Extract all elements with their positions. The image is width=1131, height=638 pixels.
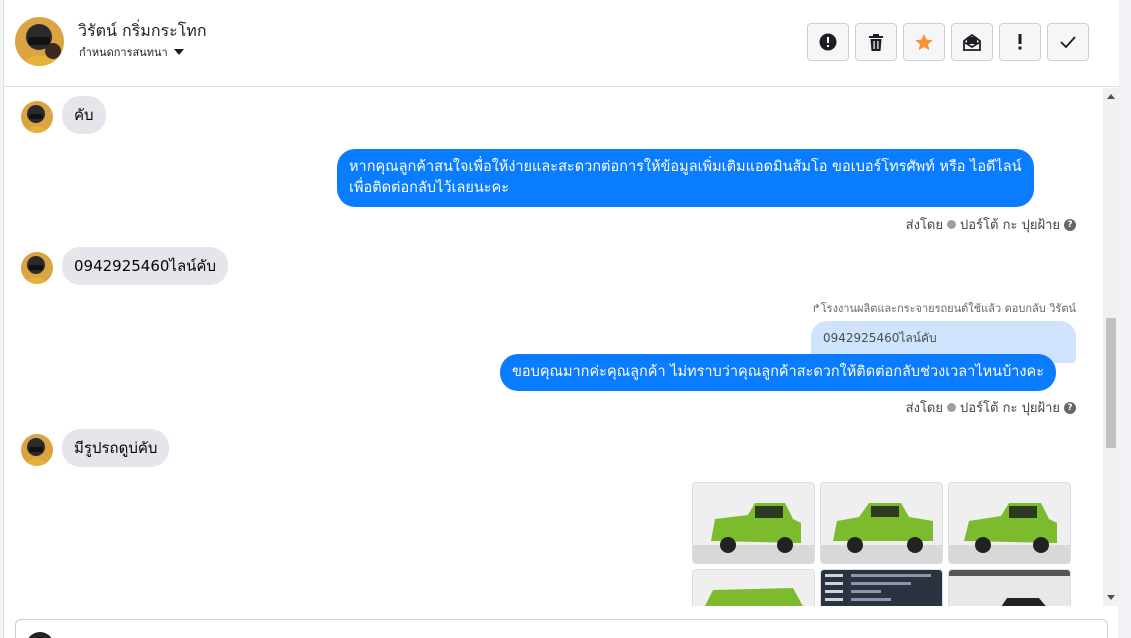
car-photo-thumbnail[interactable] [692, 569, 815, 606]
sender-avatar [21, 434, 53, 466]
image-attachments [692, 482, 1071, 606]
car-photo-thumbnail[interactable] [820, 482, 943, 564]
help-icon[interactable]: ? [1064, 218, 1076, 231]
car-photo-thumbnail[interactable] [692, 482, 815, 564]
agent-name[interactable]: ปอร์โต้ กะ ปุยฝ้าย [960, 214, 1060, 235]
sender-avatar [21, 101, 53, 133]
conversation-header: วิรัตน์ กริ่มกระโทก กำหนดการสนทนา [4, 0, 1119, 87]
delete-button[interactable] [855, 23, 897, 61]
outgoing-message[interactable]: หากคุณลูกค้าสนใจเพื่อให้ง่ายและสะดวกต่อก… [337, 149, 1034, 207]
car-photo-thumbnail[interactable] [948, 569, 1071, 606]
sent-by-info: ส่งโดย ปอร์โต้ กะ ปุยฝ้าย ? [906, 214, 1076, 235]
reply-note: ↱โรงงานผลิตและกระจายรถยนต์ใช้แล้ว ตอบกลั… [812, 299, 1076, 317]
scroll-down-arrow-icon[interactable] [1107, 595, 1115, 600]
reply-note-text: โรงงานผลิตและกระจายรถยนต์ใช้แล้ว ตอบกลับ… [820, 302, 1076, 315]
incoming-message[interactable]: คับ [62, 96, 106, 134]
incoming-message[interactable]: 0942925460ไลน์คับ [62, 247, 228, 285]
agent-status-icon [947, 220, 956, 229]
agent-status-icon [947, 403, 956, 412]
sent-by-label: ส่งโดย [905, 218, 943, 233]
conversation-schedule-dropdown[interactable]: กำหนดการสนทนา [79, 43, 184, 61]
mark-done-button[interactable] [1047, 23, 1089, 61]
trash-icon [869, 33, 883, 51]
contact-name[interactable]: วิรัตน์ กริ่มกระโทก [78, 19, 207, 44]
message-list-scrollbar[interactable] [1103, 88, 1119, 606]
outgoing-message[interactable]: ขอบคุณมากค่ะคุณลูกค้า ไม่ทราบว่าคุณลูกค้… [500, 354, 1057, 391]
reply-composer[interactable] [15, 619, 1108, 638]
checkmark-icon [1060, 36, 1076, 48]
schedule-label: กำหนดการสนทนา [79, 46, 168, 59]
alert-circle-icon [819, 33, 837, 51]
message-line: เพื่อติดต่อกลับไว้เลยนะคะ [349, 180, 510, 196]
mark-unread-icon [963, 33, 981, 51]
sender-avatar [21, 252, 53, 284]
composer-avatar [26, 632, 54, 638]
exclamation-icon [1018, 34, 1022, 50]
sent-by-label: ส่งโดย [905, 401, 943, 416]
sent-by-info: ส่งโดย ปอร์โต้ กะ ปุยฝ้าย ? [906, 397, 1076, 418]
star-icon [915, 33, 933, 50]
spec-sheet-thumbnail[interactable] [820, 569, 943, 606]
conversation-toolbar [807, 23, 1089, 61]
flag-button[interactable] [999, 23, 1041, 61]
car-photo-thumbnail[interactable] [948, 482, 1071, 564]
agent-name[interactable]: ปอร์โต้ กะ ปุยฝ้าย [960, 397, 1060, 418]
mark-unread-button[interactable] [951, 23, 993, 61]
report-button[interactable] [807, 23, 849, 61]
reply-arrow-icon: ↱ [811, 302, 821, 315]
star-button[interactable] [903, 23, 945, 61]
incoming-message[interactable]: มีรูปรถดูบ่คับ [62, 429, 170, 467]
message-list[interactable]: คับ หากคุณลูกค้าสนใจเพื่อให้ง่ายและสะดวก… [4, 88, 1119, 606]
scrollbar-thumb[interactable] [1106, 318, 1116, 448]
caret-down-icon [173, 49, 184, 55]
help-icon[interactable]: ? [1064, 401, 1076, 414]
conversation-window: วิรัตน์ กริ่มกระโทก กำหนดการสนทนา คับ หา… [3, 0, 1119, 638]
scroll-up-arrow-icon[interactable] [1107, 94, 1115, 99]
message-line: หากคุณลูกค้าสนใจเพื่อให้ง่ายและสะดวกต่อก… [349, 159, 1022, 175]
contact-avatar[interactable] [15, 17, 64, 66]
